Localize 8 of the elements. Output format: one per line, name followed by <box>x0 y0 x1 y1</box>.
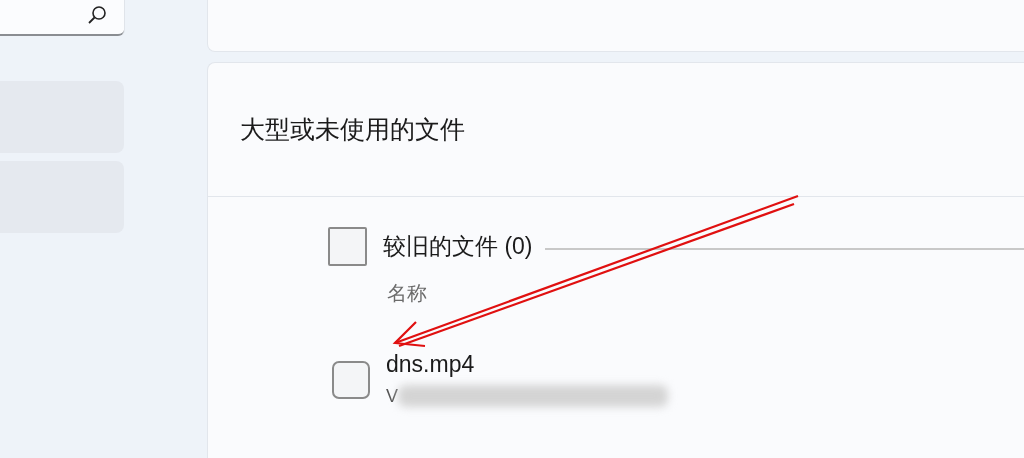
checkbox[interactable] <box>332 360 370 399</box>
checkbox[interactable] <box>328 227 367 266</box>
column-header: 名称 <box>387 281 428 306</box>
section-title: 大型或未使用的文件 <box>240 113 465 145</box>
file-name: dns.mp4 <box>386 352 476 378</box>
search-field[interactable] <box>0 0 124 36</box>
group-label: 较旧的文件 (0) <box>383 232 533 262</box>
file-path: V <box>386 387 398 406</box>
